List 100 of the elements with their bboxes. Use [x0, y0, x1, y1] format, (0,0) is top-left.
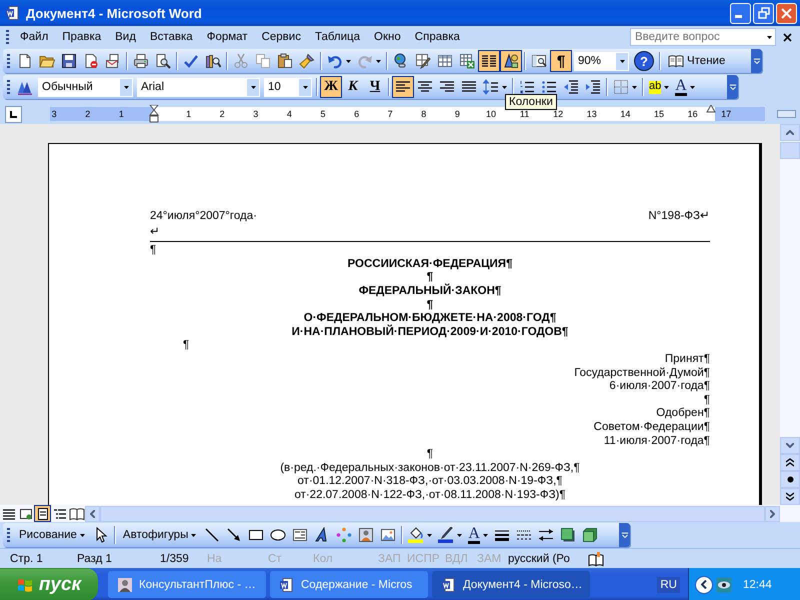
caret-icon	[376, 60, 381, 62]
print-preview-icon	[155, 53, 171, 69]
menu-item[interactable]: Окно	[367, 28, 408, 46]
bold-button[interactable]: Ж	[320, 76, 342, 98]
taskbar-button[interactable]: Содержание - Micros	[270, 571, 428, 598]
document-map-icon	[531, 53, 547, 69]
reading-mode-button[interactable]: Чтение	[663, 50, 730, 72]
menu-item[interactable]: Справка	[408, 28, 467, 46]
drawing-button[interactable]	[500, 50, 522, 72]
font-field[interactable]: Arial	[137, 78, 260, 96]
scroll-thumb[interactable]	[780, 142, 800, 159]
document-text: N°198-ФЗ↵	[648, 210, 710, 224]
show-marks-button[interactable]: ¶	[550, 50, 572, 72]
restore-button[interactable]	[753, 2, 774, 24]
caret-icon	[767, 36, 772, 38]
show-hidden-icons-button[interactable]	[695, 576, 713, 594]
close-button[interactable]	[776, 2, 797, 24]
arrow-style-icon	[538, 527, 554, 543]
status-text: ВДЛ	[445, 552, 469, 564]
window-title: Документ4 - Microsoft Word	[26, 6, 203, 20]
language-indicator[interactable]: RU	[657, 576, 680, 592]
double-down-arrow-icon	[786, 492, 794, 501]
ruler-number: 13	[586, 108, 597, 121]
circle-icon	[786, 476, 794, 483]
toolbar-options-button[interactable]	[727, 75, 738, 99]
table-grid-icon	[437, 53, 453, 69]
menu-item[interactable]: Вставка	[142, 28, 200, 46]
style-field[interactable]: Обычный	[38, 78, 133, 96]
open-book-icon	[668, 53, 684, 69]
document-text: ФЕДЕРАЛЬНЫЙ·ЗАКОН¶	[358, 284, 502, 299]
arrow-icon	[226, 527, 242, 543]
menu-item[interactable]: Вид	[108, 28, 143, 46]
vertical-scrollbar[interactable]	[780, 124, 800, 505]
ruler-number: 8	[421, 108, 426, 121]
next-page-button[interactable]	[780, 488, 800, 505]
taskbar-button[interactable]: КонсультантПлюс - …	[108, 571, 266, 598]
font-color-button[interactable]: A	[672, 76, 698, 98]
split-handle[interactable]	[777, 110, 796, 118]
grip-handle[interactable]	[7, 528, 10, 542]
scroll-left-button[interactable]	[85, 506, 100, 522]
menu-item[interactable]: Таблица	[308, 28, 368, 46]
font-color-button[interactable]: A	[465, 524, 491, 546]
status-text: ЗАМ	[477, 552, 502, 564]
minimize-button[interactable]	[730, 2, 751, 24]
outdent-icon	[563, 79, 579, 95]
caret-icon	[191, 534, 196, 536]
scroll-up-button[interactable]	[780, 124, 800, 141]
grip-handle[interactable]	[7, 54, 10, 68]
ruler-number: 12	[553, 108, 564, 121]
document-text: Одобрен¶	[656, 407, 710, 421]
help-search-field[interactable]: Введите вопрос	[630, 28, 776, 46]
status-text: ИСПР	[407, 552, 441, 564]
previous-page-button[interactable]	[780, 454, 800, 471]
menu-item[interactable]: Сервис	[254, 28, 308, 46]
document-text: РОССИИСКАЯ·ФЕДЕРАЦИЯ¶	[348, 258, 512, 272]
grip-handle[interactable]	[6, 30, 9, 44]
columns-button[interactable]	[478, 50, 500, 72]
toolbar-options-button[interactable]	[619, 523, 630, 547]
caret-icon	[502, 86, 507, 88]
font-size-field[interactable]: 10	[264, 78, 312, 96]
highlight-button[interactable]: ab	[646, 76, 672, 98]
word-document-icon	[5, 5, 21, 21]
menu-item[interactable]: Файл	[13, 28, 56, 46]
document-text: ¶	[426, 271, 434, 284]
numbered-list-icon	[519, 79, 535, 95]
menu-item[interactable]: Правка	[55, 28, 108, 46]
right-indent-marker-icon[interactable]	[706, 105, 716, 113]
ruler-number: 7	[388, 108, 393, 121]
underline-button[interactable]: Ч	[364, 76, 386, 98]
align-left-button[interactable]	[392, 76, 414, 98]
browse-object-button[interactable]	[780, 471, 800, 488]
scroll-thumb[interactable]	[100, 506, 765, 522]
print-layout-button[interactable]	[34, 505, 51, 522]
grip-handle[interactable]	[7, 80, 10, 94]
drawing-menu-button[interactable]: Рисование	[14, 524, 90, 546]
clipart-icon	[358, 527, 374, 543]
word-document-icon	[279, 576, 295, 592]
zoom-field[interactable]: 90%	[574, 52, 629, 70]
table-pencil-icon	[415, 53, 431, 69]
document-text: 24°июля°2007°года·	[150, 210, 257, 224]
menu-item[interactable]: Формат	[200, 28, 255, 46]
taskbar-button[interactable]: Документ4 - Microso…	[432, 571, 590, 598]
ruler-number: 3	[253, 108, 258, 121]
help-button[interactable]: ?	[634, 51, 654, 71]
books-magnifier-icon	[205, 53, 221, 69]
undo-arrow-icon	[327, 53, 343, 69]
tab-selector-button[interactable]	[5, 106, 22, 122]
status-text: русский (Ро	[508, 552, 571, 564]
close-icon	[782, 32, 792, 42]
start-button[interactable]: пуск	[0, 568, 98, 600]
double-up-arrow-icon	[786, 458, 794, 467]
italic-button[interactable]: К	[342, 76, 364, 98]
document-text: О·ФЕДЕРАЛЬНОМ·БЮДЖЕТЕ·НА·2008·ГОД¶	[304, 312, 556, 324]
oval-icon	[270, 527, 286, 543]
toolbar-options-button[interactable]	[751, 49, 762, 73]
scroll-down-button[interactable]	[780, 437, 800, 454]
indent-marker-icon[interactable]	[149, 105, 159, 123]
autoshapes-menu-button[interactable]: Автофигуры	[118, 524, 202, 546]
scroll-right-button[interactable]	[765, 506, 780, 522]
tooltip: Колонки	[505, 94, 557, 110]
